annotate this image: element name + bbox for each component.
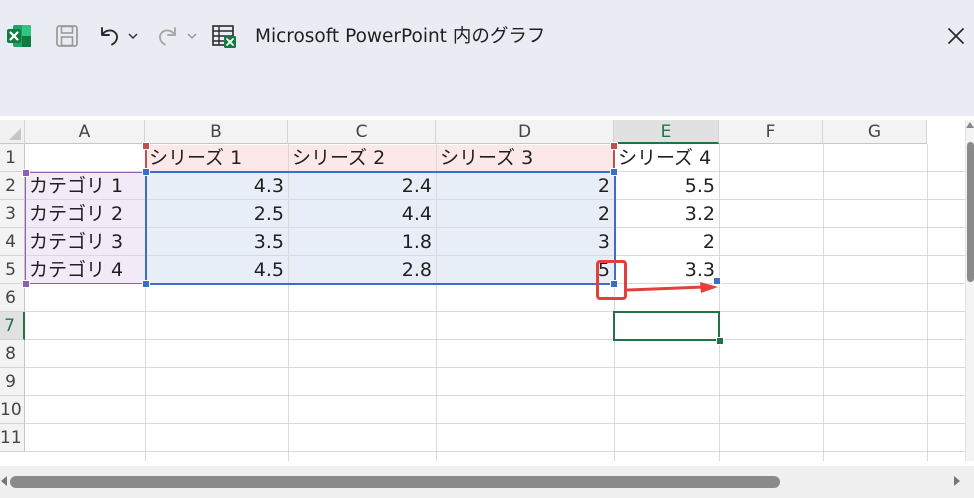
row-header-9[interactable]: 9 [0,368,25,396]
redo-icon[interactable] [155,20,181,52]
redo-dropdown-chevron-down-icon[interactable] [185,20,199,52]
column-gridline [719,144,720,461]
value-range-handle[interactable] [610,168,618,176]
category-range-border [25,172,26,284]
vertical-scroll-thumb[interactable] [967,142,974,282]
cell-c1[interactable]: シリーズ 2 [288,144,436,172]
row-gridline [25,395,965,396]
column-gridline [823,144,824,461]
scroll-right-arrow-icon[interactable] [954,476,960,486]
row-gridline [25,367,965,368]
scroll-left-arrow-icon[interactable] [1,476,7,486]
column-header-e[interactable]: E [614,120,719,144]
active-cell-selection[interactable] [613,311,720,341]
excel-icon [5,20,33,52]
cell-a5[interactable]: カテゴリ 4 [25,256,145,284]
save-icon[interactable] [52,20,82,52]
row-header-4[interactable]: 4 [0,228,25,256]
select-all-button[interactable] [0,120,25,144]
category-range-border [26,283,145,284]
cell-b1[interactable]: シリーズ 1 [145,144,288,172]
worksheet-grid[interactable]: ABCDEFG 1 2 3 4 5 6 7 8 9 10 11 シリーズ 1 シリーズ 2 シリーズ 3… [0,120,965,461]
row-header-8[interactable]: 8 [0,340,25,368]
cell-a3[interactable]: カテゴリ 2 [25,200,145,228]
title-bar: Microsoft PowerPoint 内のグラフ [0,0,974,116]
row-header-7[interactable]: 7 [0,312,25,340]
series-range-handle[interactable] [610,142,618,150]
column-header-a[interactable]: A [25,120,145,144]
scroll-up-arrow-icon[interactable] [966,122,974,128]
value-range-handle[interactable] [142,168,150,176]
window-title: Microsoft PowerPoint 内のグラフ [255,26,546,47]
column-header-g[interactable]: G [823,120,927,144]
row-header-11[interactable]: 11 [0,424,25,452]
undo-icon[interactable] [96,20,122,52]
category-range-handle[interactable] [22,169,30,177]
value-range-border [145,171,616,285]
row-gridline [25,311,965,312]
edit-in-excel-icon[interactable] [210,20,238,52]
cell-d1[interactable]: シリーズ 3 [436,144,614,172]
annotation-arrow [626,282,718,293]
row-header-3[interactable]: 3 [0,200,25,228]
column-gridline [927,144,928,461]
series-range-handle[interactable] [142,142,150,150]
column-header-b[interactable]: B [145,120,288,144]
category-range-border [26,172,145,173]
row-header-6[interactable]: 6 [0,284,25,312]
close-icon[interactable] [942,20,970,52]
column-header-d[interactable]: D [436,120,614,144]
cell-e1[interactable]: シリーズ 4 [614,144,754,172]
row-header-10[interactable]: 10 [0,396,25,424]
row-gridline [25,423,965,424]
value-range-handle[interactable] [142,280,150,288]
undo-dropdown-chevron-down-icon[interactable] [126,20,140,52]
row-gridline [25,339,965,340]
column-header-c[interactable]: C [288,120,436,144]
column-header-f[interactable]: F [719,120,823,144]
cell-a2[interactable]: カテゴリ 1 [25,172,145,200]
cell-e4[interactable]: 2 [614,228,719,256]
cell-a4[interactable]: カテゴリ 3 [25,228,145,256]
fill-handle[interactable] [716,337,724,345]
cell-e3[interactable]: 3.2 [614,200,719,228]
row-gridline [25,451,965,452]
cell-e2[interactable]: 5.5 [614,172,719,200]
category-range-handle[interactable] [22,280,30,288]
horizontal-scroll-thumb[interactable] [10,476,780,488]
row-header-1[interactable]: 1 [0,144,25,172]
